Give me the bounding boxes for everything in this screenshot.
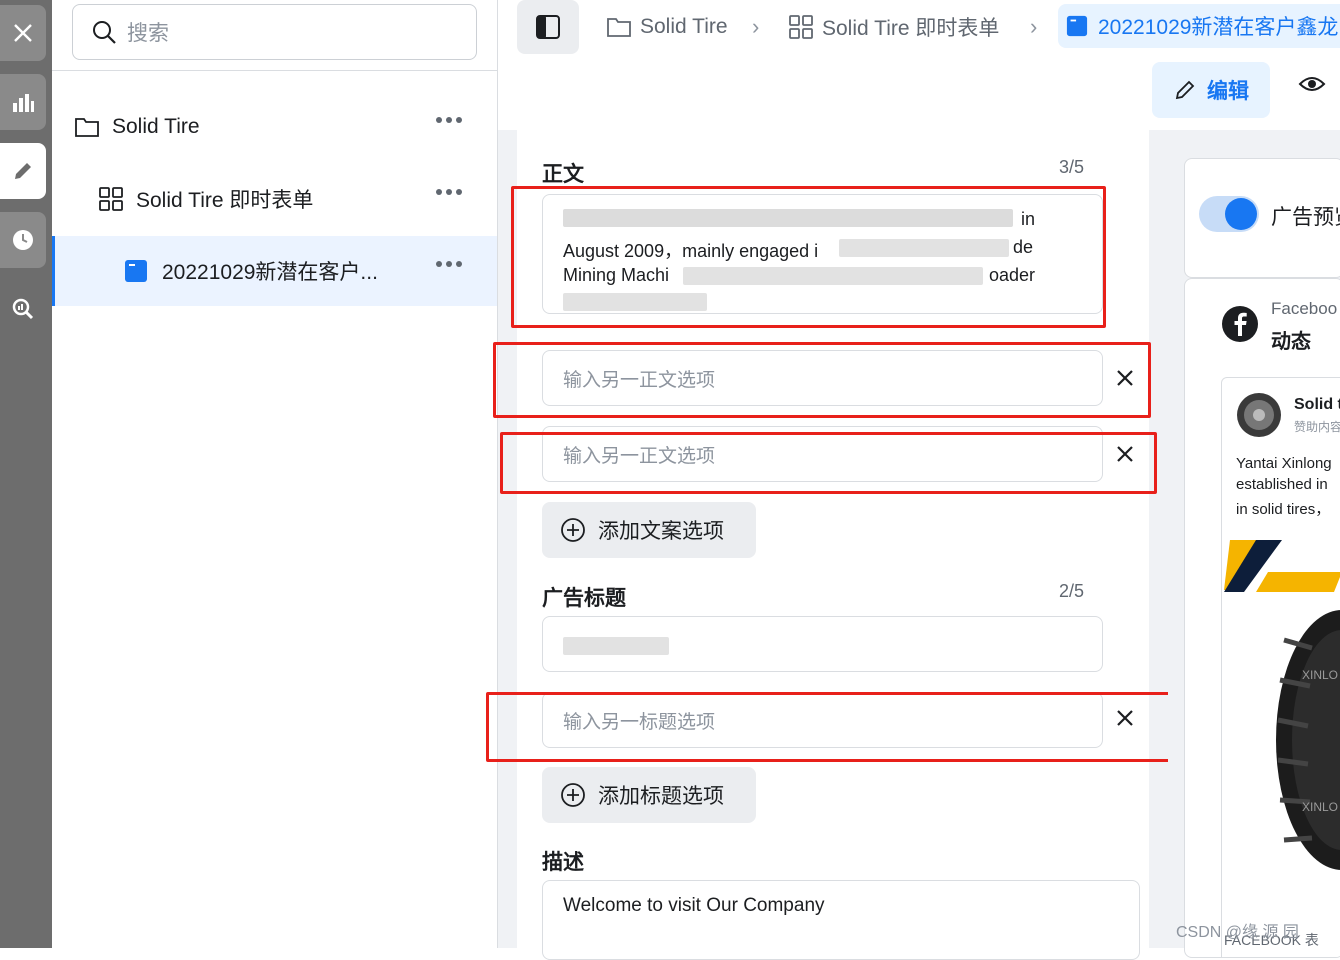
plus-circle-icon [561,518,585,542]
breadcrumb-label: 20221029新潜在客户鑫龙 [1098,16,1339,39]
tree-item-label: Solid Tire 即时表单 [136,189,314,212]
headline-field[interactable] [542,616,1103,672]
placement-name: 动态 [1271,331,1311,353]
tree-item-campaign[interactable]: Solid Tire [52,92,497,162]
rail-analytics-button[interactable] [0,74,46,130]
description-field[interactable]: Welcome to visit Our Company [542,880,1140,960]
facebook-post-mock: Solid t 赞助内容 Yantai Xinlong established … [1221,377,1340,957]
tire-brand-text: XINLO [1302,800,1339,814]
edit-button-label: 编辑 [1207,80,1249,103]
tree-item-ad[interactable]: 20221029新潜在客户... [52,236,497,306]
avatar [1237,393,1281,437]
product-image [1222,530,1340,870]
preview-toggle-card: 广告预览 [1184,158,1340,278]
clock-icon [13,230,33,250]
left-rail [0,0,52,948]
grid-icon [789,15,813,39]
toggle-knob [1225,198,1257,230]
ad-preview-panel: 广告预览 Faceboo 动态 Solid t 赞助内容 Yantai Xinl… [1168,130,1340,958]
folder-icon [607,18,631,37]
add-primary-text-button[interactable]: 添加文案选项 [542,502,756,558]
primary-text-title: 正文 [542,163,584,186]
sidebar-panel-icon [536,15,560,39]
page-name: Solid t [1294,396,1340,413]
grid-icon [99,187,123,211]
description-title: 描述 [542,851,584,874]
sponsored-label: 赞助内容 [1294,420,1340,434]
rail-insights-button[interactable] [0,281,46,337]
add-button-label: 添加标题选项 [598,785,724,808]
rail-edit-button[interactable] [0,143,46,199]
headline-title: 广告标题 [542,587,626,610]
primary-text-count: 3/5 [1058,157,1084,177]
editor-header: Solid Tire › Solid Tire 即时表单 › 20221029新… [498,0,1340,130]
breadcrumb-label: Solid Tire 即时表单 [822,17,1000,40]
ad-preview-toggle[interactable] [1199,196,1259,232]
breadcrumb-adset[interactable]: Solid Tire 即时表单 [788,12,999,42]
description-value: Welcome to visit Our Company [563,895,825,916]
headline-count: 2/5 [1058,581,1084,601]
tree-item-label: 20221029新潜在客户... [162,261,378,284]
platform-name: Faceboo [1271,299,1338,318]
magnify-chart-icon [12,298,34,320]
form-icon [1066,15,1088,37]
tree-item-label: Solid Tire [112,115,200,138]
form-icon [125,260,147,282]
post-text-line: Yantai Xinlong [1236,455,1332,472]
facebook-logo-icon [1222,306,1258,342]
placement-preview-card: Faceboo 动态 Solid t 赞助内容 Yantai Xinlong e… [1184,278,1340,958]
rail-history-button[interactable] [0,212,46,268]
pencil-icon [1175,80,1195,100]
highlight-frame [486,692,1184,762]
post-text-line: in solid tires， [1236,501,1331,518]
eye-icon[interactable] [1298,74,1326,94]
tire-brand-text: XINLO [1302,668,1339,682]
sidebar-divider [52,70,497,71]
highlight-frame [500,432,1157,494]
watermark: CSDN @缘 源 园 [1176,924,1299,941]
breadcrumb-campaign[interactable]: Solid Tire [606,12,728,42]
search-icon [93,21,116,44]
close-icon [14,24,32,42]
pencil-icon [15,163,31,179]
edit-button[interactable]: 编辑 [1152,62,1270,118]
tree-item-adset[interactable]: Solid Tire 即时表单 [52,164,497,234]
more-options-icon[interactable] [435,260,463,268]
search-input[interactable]: 搜索 [72,4,477,60]
toggle-sidebar-button[interactable] [517,0,579,54]
chevron-right-icon: › [752,14,760,39]
highlight-frame [511,186,1106,328]
folder-icon [75,118,99,137]
ad-text-form: 正文 3/5 in August 2009，mainly engaged i d… [486,130,1184,960]
redacted-text [563,637,669,655]
campaign-tree-sidebar: 搜索 Solid Tire Solid Tire 即时表单 20221029新潜… [52,0,498,948]
ad-preview-label: 广告预览 [1271,206,1340,229]
add-button-label: 添加文案选项 [598,520,724,543]
close-button[interactable] [0,5,46,61]
post-text-line: established in [1236,476,1328,493]
breadcrumb-current-ad[interactable]: 20221029新潜在客户鑫龙 [1058,4,1340,48]
more-options-icon[interactable] [435,116,463,124]
more-options-icon[interactable] [435,188,463,196]
highlight-frame [493,342,1151,418]
ad-creative-editor: 正文 3/5 in August 2009，mainly engaged i d… [486,130,1184,960]
add-headline-button[interactable]: 添加标题选项 [542,767,756,823]
search-placeholder: 搜索 [127,22,169,45]
breadcrumb-label: Solid Tire [640,15,728,38]
chart-icon [13,94,34,112]
plus-circle-icon [561,783,585,807]
chevron-right-icon: › [1030,14,1038,39]
